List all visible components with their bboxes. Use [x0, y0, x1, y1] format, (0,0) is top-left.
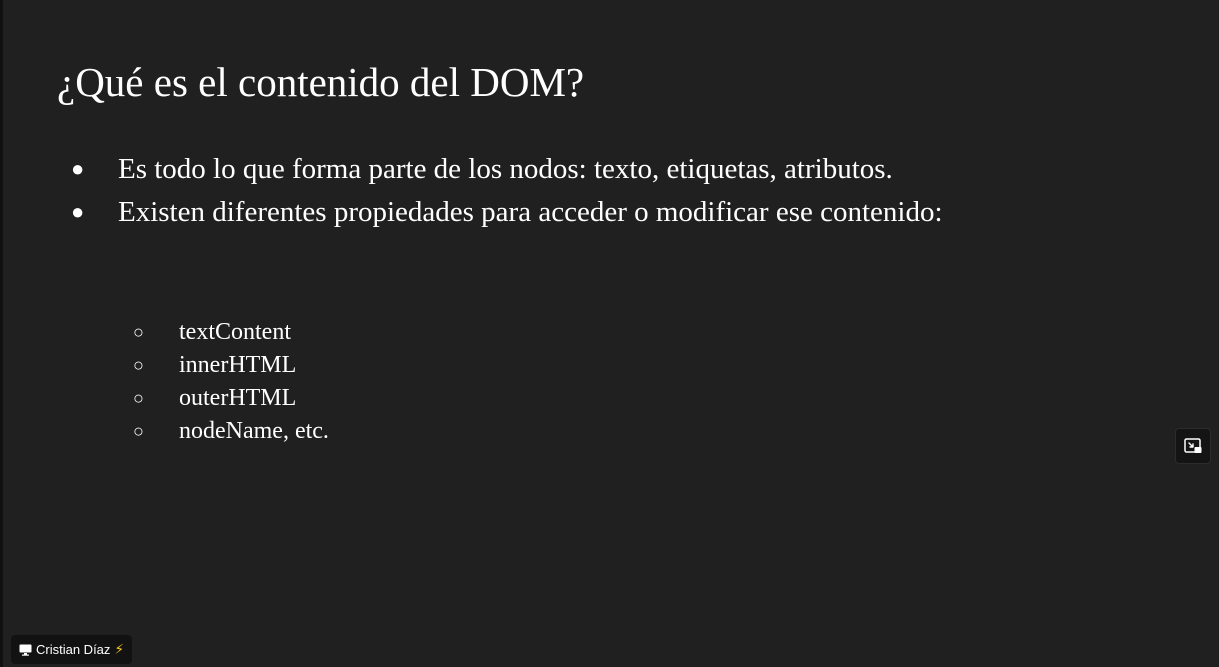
subbullet-text: outerHTML — [179, 385, 297, 411]
picture-in-picture-button[interactable] — [1175, 428, 1211, 464]
presenter-name-tag: Cristian Díaz ⚡ — [11, 635, 133, 664]
subbullet-text: innerHTML — [179, 352, 297, 378]
subbullet-mark: ○ — [133, 355, 144, 375]
screen-share-icon — [19, 644, 32, 656]
subbullet-mark: ○ — [133, 322, 144, 342]
slide-title: ¿Qué es el contenido del DOM? — [57, 59, 585, 105]
subbullet-text: nodeName, etc. — [179, 418, 329, 444]
bullet-text: Es todo lo que forma parte de los nodos:… — [118, 153, 893, 185]
screen-share-view: ¿Qué es el contenido del DOM? ● Es todo … — [0, 0, 1219, 667]
bullet-mark: ● — [71, 199, 85, 224]
presentation-slide: ¿Qué es el contenido del DOM? ● Es todo … — [3, 0, 1219, 667]
presenter-name: Cristian Díaz — [36, 642, 111, 657]
subbullet-text: textContent — [179, 319, 291, 345]
subbullet-mark: ○ — [133, 388, 144, 408]
subbullet-mark: ○ — [133, 421, 144, 441]
lightning-bolt-icon: ⚡ — [114, 641, 125, 657]
picture-in-picture-icon — [1184, 438, 1202, 453]
bullet-mark: ● — [71, 156, 85, 181]
bullet-text: Existen diferentes propiedades para acce… — [118, 196, 943, 228]
